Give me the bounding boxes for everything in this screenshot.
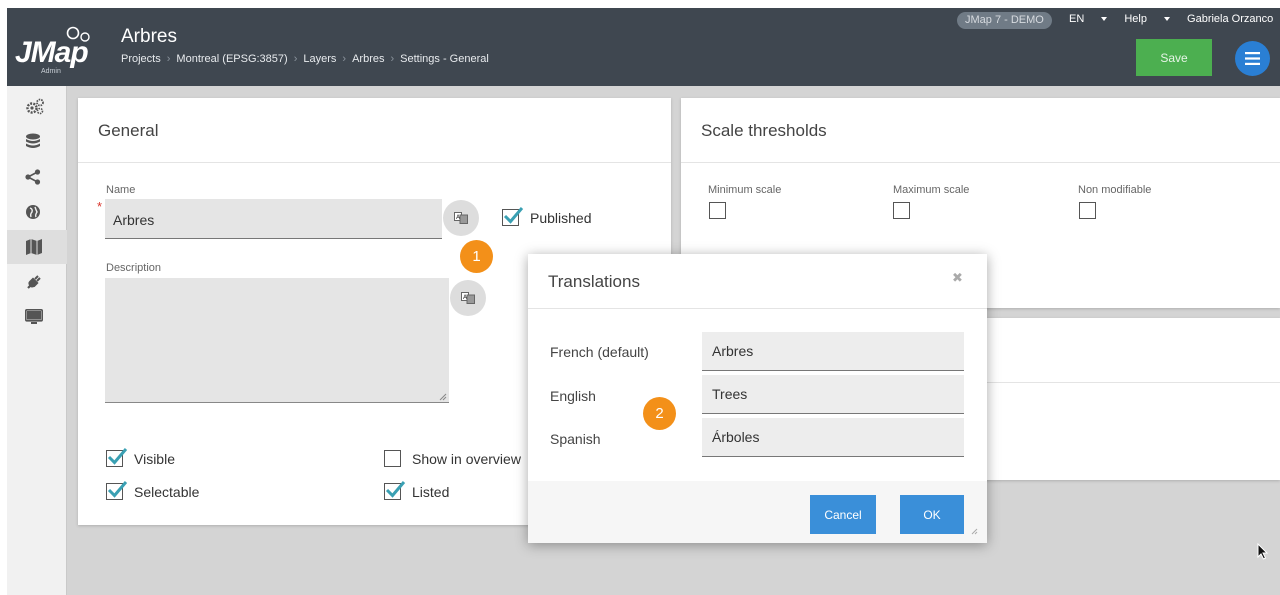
breadcrumb-project[interactable]: Montreal (EPSG:3857) [176,53,287,65]
language-menu[interactable]: EN [1069,13,1108,25]
checkmark-icon [107,481,128,498]
dialog-footer: Cancel OK [528,481,987,543]
published-checkbox[interactable] [502,207,524,226]
non-modifiable-label: Non modifiable [1078,184,1152,196]
selectable-checkbox[interactable] [106,481,128,500]
non-modifiable-checkbox[interactable] [1079,202,1096,219]
map-icon [26,239,42,255]
visible-checkbox[interactable] [106,448,128,467]
published-label: Published [530,210,592,226]
close-icon[interactable]: ✖ [952,270,963,286]
sidebar-item-deployment[interactable] [7,300,67,334]
translation-language-spanish: Spanish [550,431,601,447]
visible-label: Visible [134,451,175,467]
checkmark-icon [107,448,128,465]
ok-button[interactable]: OK [900,495,964,534]
show-in-overview-checkbox[interactable] [384,450,401,467]
sidebar-item-maps[interactable] [7,195,67,229]
app-window: JMap Admin Arbres Projects › Montreal (EPS… [7,8,1280,595]
minimum-scale-checkbox[interactable] [709,202,726,219]
main-menu-button[interactable] [1235,41,1270,76]
sidebar [7,86,67,595]
maximum-scale-checkbox[interactable] [893,202,910,219]
translation-input-french[interactable] [702,332,964,371]
step-badge-1: 1 [460,240,493,273]
translation-language-english: English [550,388,596,404]
dialog-divider [528,308,987,309]
scale-thresholds-title: Scale thresholds [701,121,827,140]
share-icon [25,169,41,185]
user-menu[interactable]: Gabriela Orzanco [1187,13,1280,25]
minimum-scale-label: Minimum scale [708,184,782,196]
card-divider [78,162,671,163]
sidebar-item-sharing[interactable] [7,160,67,194]
top-bar: JMap Admin Arbres Projects › Montreal (EPS… [7,8,1280,86]
show-in-overview-label: Show in overview [412,451,521,467]
translation-language-french: French (default) [550,344,649,360]
gears-icon [26,98,44,115]
breadcrumb-separator: › [166,53,171,65]
chevron-down-icon [1163,17,1170,22]
save-button[interactable]: Save [1136,39,1212,76]
listed-checkbox[interactable] [384,481,406,500]
logo-subtitle: Admin [41,68,61,75]
name-translate-button[interactable]: A [443,200,479,236]
translate-icon: A [454,212,468,224]
breadcrumb-separator: › [293,53,298,65]
plug-icon [27,275,41,289]
required-asterisk: * [97,199,103,214]
checkmark-icon [503,207,524,224]
general-title: General [98,121,159,140]
top-links: EN Help Gabriela Orzanco [1069,13,1280,25]
language-label: EN [1069,13,1085,25]
translate-icon: A [461,292,475,304]
environment-badge: JMap 7 - DEMO [957,12,1052,29]
card-divider [681,162,1280,163]
sidebar-item-projects[interactable] [7,230,67,264]
jmap-logo[interactable]: JMap Admin [15,22,95,76]
help-menu[interactable]: Help [1124,13,1170,25]
cancel-button[interactable]: Cancel [810,495,876,534]
sidebar-item-settings[interactable] [7,90,67,124]
breadcrumb-separator: › [390,53,395,65]
breadcrumb-layers[interactable]: Layers [303,53,336,65]
user-name: Gabriela Orzanco [1187,13,1274,25]
maximum-scale-label: Maximum scale [893,184,970,196]
mouse-cursor-icon [1257,543,1269,560]
resize-grip-icon [971,528,978,535]
translation-input-english[interactable] [702,375,964,414]
resize-grip-icon [439,393,447,401]
step-badge-2: 2 [643,397,676,430]
breadcrumb-layer[interactable]: Arbres [352,53,384,65]
database-icon [26,133,40,148]
translations-title: Translations [548,272,640,291]
breadcrumb-current: Settings - General [400,53,489,65]
sidebar-item-data-sources[interactable] [7,125,67,159]
page-title: Arbres [121,26,177,47]
breadcrumb: Projects › Montreal (EPSG:3857) › Layers › Arb… [121,53,489,65]
logo-text: JMap [15,36,89,69]
description-translate-button[interactable]: A [450,280,486,316]
sidebar-item-extensions[interactable] [7,265,67,299]
checkmark-icon [385,481,406,498]
description-label: Description [106,262,162,274]
monitor-icon [25,309,43,324]
chevron-down-icon [1101,17,1108,22]
name-label: Name [106,184,136,196]
translations-dialog: Translations ✖ French (default) English … [528,254,987,543]
globe-icon [26,205,40,219]
translation-input-spanish[interactable] [702,418,964,457]
breadcrumb-projects[interactable]: Projects [121,53,161,65]
selectable-label: Selectable [134,484,200,500]
help-label: Help [1124,13,1147,25]
breadcrumb-separator: › [342,53,347,65]
listed-label: Listed [412,484,450,500]
hamburger-icon [1245,52,1260,65]
description-field[interactable] [105,278,449,403]
name-field[interactable]: Arbres [105,199,442,239]
